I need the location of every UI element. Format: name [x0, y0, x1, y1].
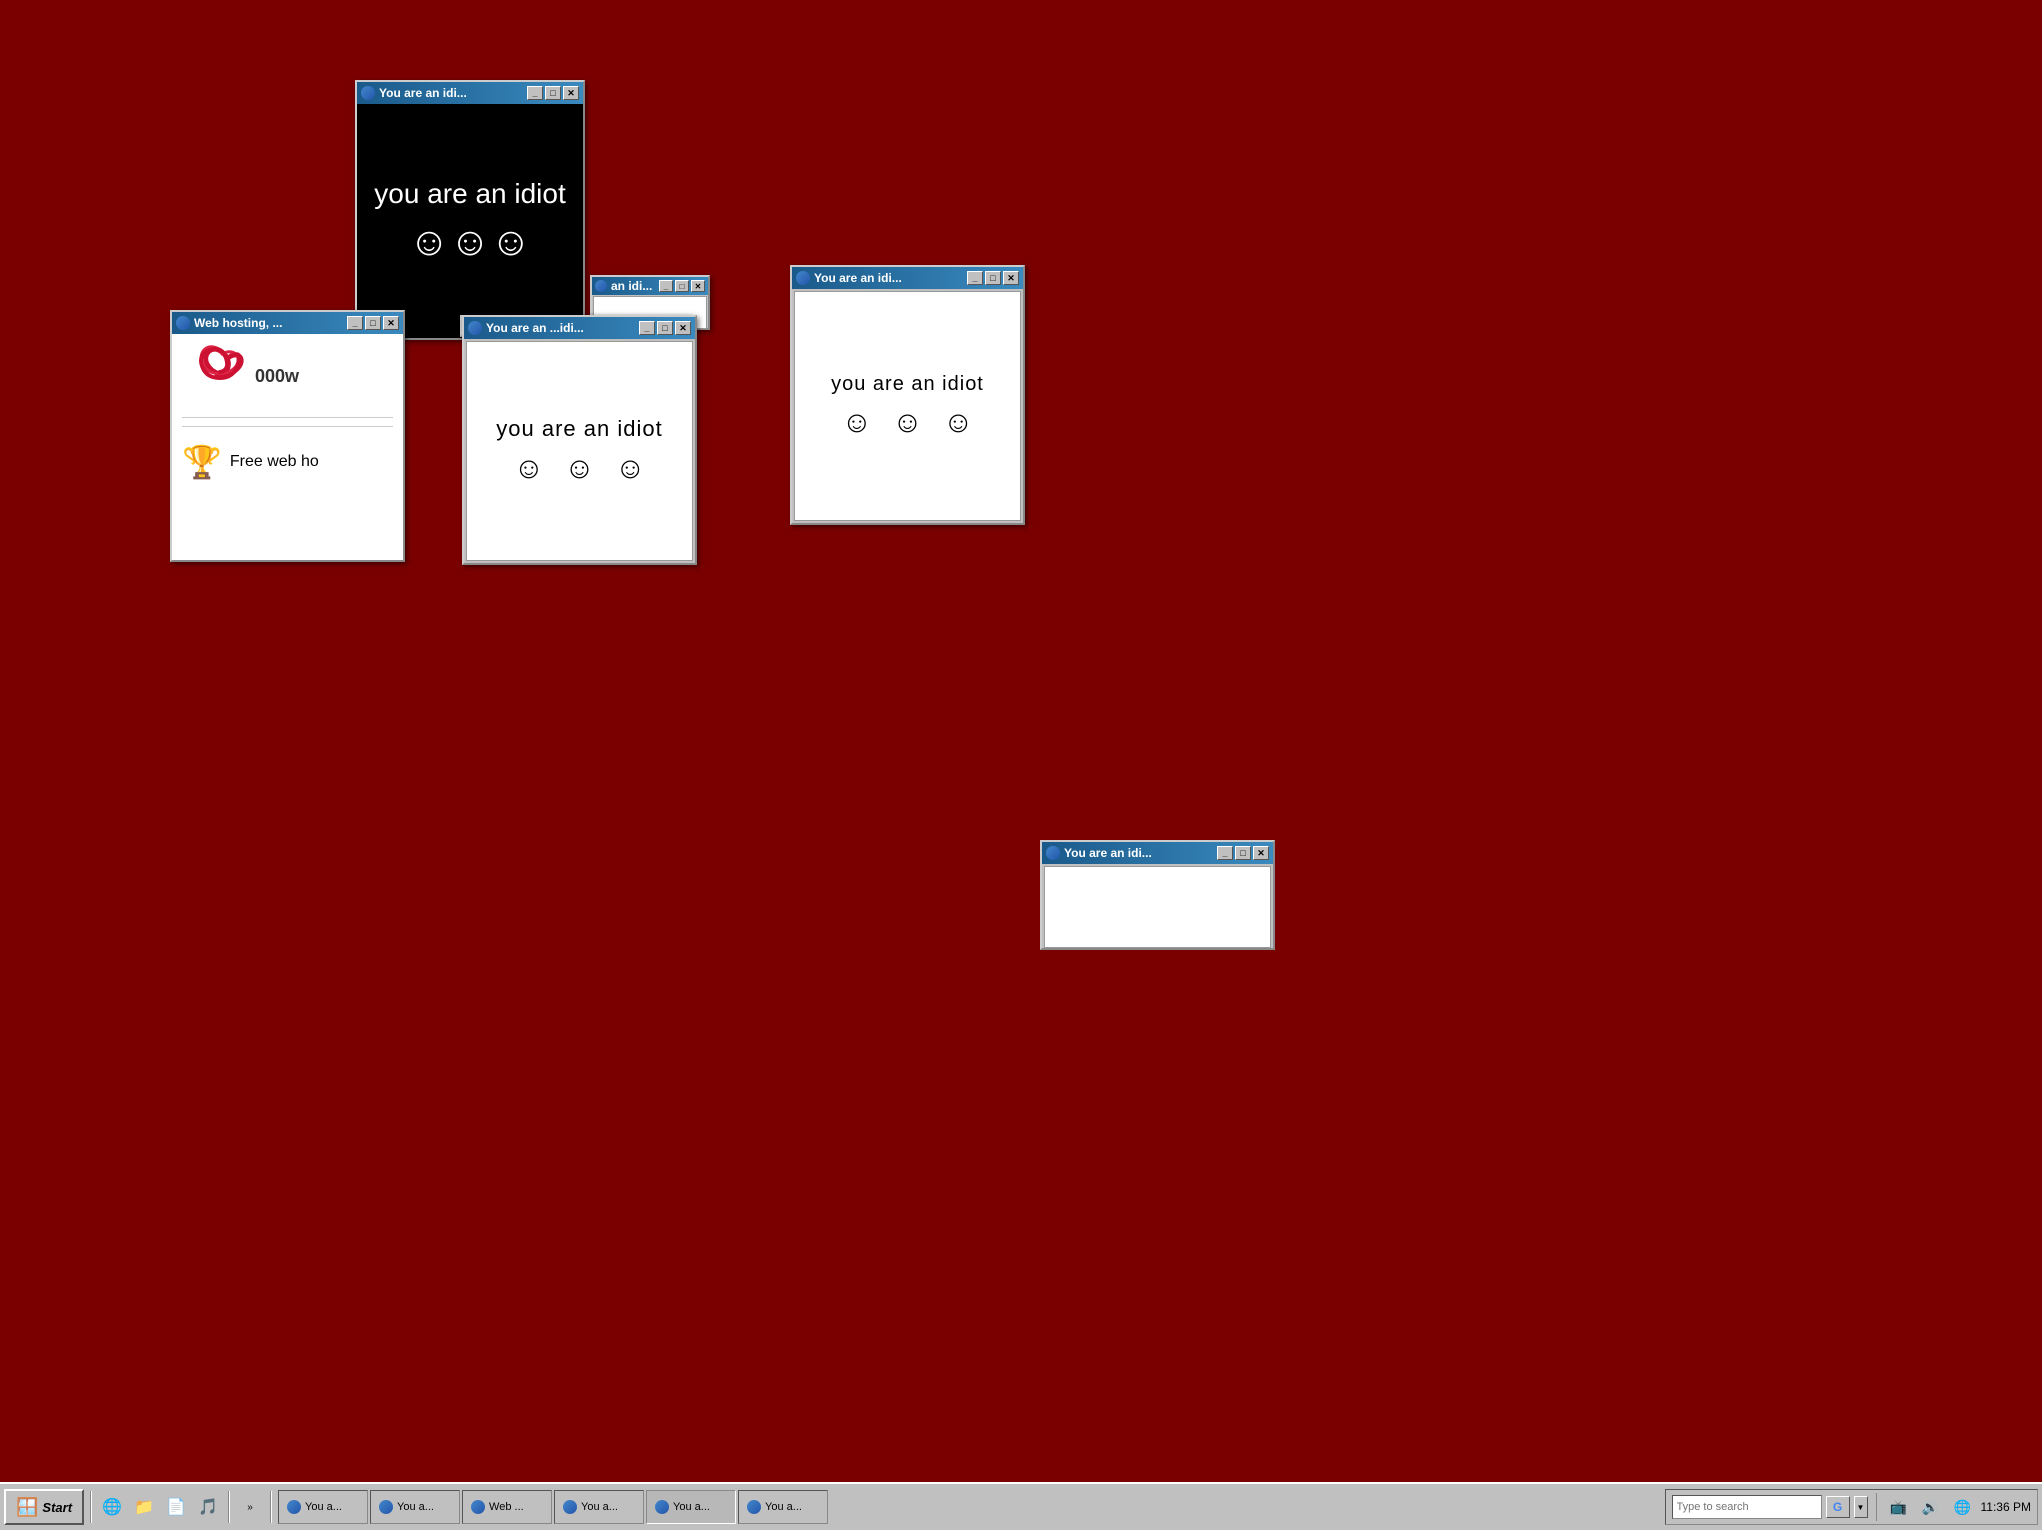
taskbar-more[interactable]: » [236, 1493, 264, 1521]
tray-sound-icon[interactable]: 🔊 [1917, 1493, 1945, 1521]
ie-icon-right [796, 271, 810, 285]
close-btn-br[interactable]: ✕ [1253, 846, 1269, 860]
quicklaunch-media[interactable]: 🎵 [194, 1493, 222, 1521]
ie-icon-br [1046, 846, 1060, 860]
app-label-1: You a... [305, 1501, 342, 1513]
maximize-btn-1[interactable]: □ [545, 86, 561, 100]
app-icon-6 [747, 1500, 761, 1514]
maximize-btn-br[interactable]: □ [1235, 846, 1251, 860]
title-webhost: Web hosting, ... [194, 316, 282, 330]
titlebar-1[interactable]: You are an idi... _ □ ✕ [357, 82, 583, 104]
windows-logo-icon: 🪟 [16, 1497, 38, 1518]
start-label: Start [42, 1500, 72, 1515]
taskbar-divider-1 [90, 1491, 92, 1523]
minimize-btn-1[interactable]: _ [527, 86, 543, 100]
titlebar-br[interactable]: You are an idi... _ □ ✕ [1042, 842, 1273, 864]
smiley-1: ☺☺☺ [409, 220, 532, 265]
app-label-5: You a... [673, 1501, 710, 1513]
app-icon-2 [379, 1500, 393, 1514]
taskbar-app-5[interactable]: You a... [646, 1490, 736, 1524]
titlebar-right[interactable]: You are an idi... _ □ ✕ [792, 267, 1023, 289]
minimize-btn-br[interactable]: _ [1217, 846, 1233, 860]
taskbar-app-4[interactable]: You a... [554, 1490, 644, 1524]
title-br: You are an idi... [1064, 846, 1152, 860]
app-icon-1 [287, 1500, 301, 1514]
app-label-4: You a... [581, 1501, 618, 1513]
ie-icon-1 [361, 86, 375, 100]
app-icon-4 [563, 1500, 577, 1514]
taskbar-app-1[interactable]: You a... [278, 1490, 368, 1524]
content-center: you are an idiot ☺☺☺ [466, 341, 693, 561]
app-icon-5 [655, 1500, 669, 1514]
google-search-btn[interactable]: G [1826, 1496, 1850, 1518]
idiot-message-right: you are an idiot [831, 373, 984, 396]
idiot-message-center: you are an idiot [496, 416, 662, 442]
smiley-right: ☺☺☺ [842, 406, 974, 440]
taskbar-apps: You a... You a... Web ... You a... You a… [278, 1490, 1660, 1524]
search-input[interactable] [1672, 1495, 1822, 1519]
webhost-brand: 000w [255, 366, 299, 387]
app-label-6: You a... [765, 1501, 802, 1513]
maximize-btn-wh[interactable]: □ [365, 316, 381, 330]
taskbar-app-3[interactable]: Web ... [462, 1490, 552, 1524]
ie-icon-2p [595, 280, 607, 292]
start-button[interactable]: 🪟 Start [4, 1489, 84, 1525]
taskbar-app-2[interactable]: You a... [370, 1490, 460, 1524]
system-clock: 11:36 PM [1981, 1500, 2031, 1514]
webhost-free-section: 🏆 Free web ho [182, 443, 393, 481]
titlebar-webhost[interactable]: Web hosting, ... _ □ ✕ [172, 312, 403, 334]
title-center: You are an ...idi... [486, 321, 584, 335]
ie-icon-wh [176, 316, 190, 330]
smiley-center: ☺☺☺ [514, 452, 646, 486]
titlebar-2p[interactable]: an idi... _ □ ✕ [592, 277, 708, 295]
close-btn-right[interactable]: ✕ [1003, 271, 1019, 285]
close-btn-center[interactable]: ✕ [675, 321, 691, 335]
close-btn-2p[interactable]: ✕ [691, 280, 705, 292]
maximize-btn-right[interactable]: □ [985, 271, 1001, 285]
content-1: you are an idiot ☺☺☺ [357, 104, 583, 338]
tray-network-icon[interactable]: 🌐 [1949, 1493, 1977, 1521]
app-label-3: Web ... [489, 1501, 524, 1513]
ie-icon-center [468, 321, 482, 335]
webhost-logo-area: 000w [182, 344, 393, 418]
app-label-2: You a... [397, 1501, 434, 1513]
tray-divider [1876, 1493, 1877, 1521]
titlebar-center[interactable]: You are an ...idi... _ □ ✕ [464, 317, 695, 339]
free-webhost-text: Free web ho [230, 453, 319, 471]
maximize-btn-center[interactable]: □ [657, 321, 673, 335]
award-icon: 🏆 [182, 443, 222, 481]
content-right: you are an idiot ☺☺☺ [794, 291, 1021, 521]
window-idiot-bottomright: You are an idi... _ □ ✕ [1040, 840, 1275, 950]
tray-icon-1[interactable]: 📺 [1885, 1493, 1913, 1521]
window-webhost: Web hosting, ... _ □ ✕ 000w [170, 310, 405, 562]
window-idiot-1: You are an idi... _ □ ✕ you are an idiot… [355, 80, 585, 340]
search-dropdown[interactable]: ▼ [1854, 1496, 1868, 1518]
quicklaunch-folder[interactable]: 📁 [130, 1493, 158, 1521]
idiot-message-1: you are an idiot [374, 178, 565, 210]
minimize-btn-center[interactable]: _ [639, 321, 655, 335]
webhost-content: 000w 🏆 Free web ho [172, 334, 403, 560]
swirl-logo [182, 344, 247, 409]
minimize-btn-right[interactable]: _ [967, 271, 983, 285]
quicklaunch-docs[interactable]: 📄 [162, 1493, 190, 1521]
minimize-btn-wh[interactable]: _ [347, 316, 363, 330]
window-idiot-right: You are an idi... _ □ ✕ you are an idiot… [790, 265, 1025, 525]
taskbar-divider-2 [228, 1491, 230, 1523]
minimize-btn-2p[interactable]: _ [659, 280, 673, 292]
close-btn-wh[interactable]: ✕ [383, 316, 399, 330]
close-btn-1[interactable]: ✕ [563, 86, 579, 100]
window-idiot-center: You are an ...idi... _ □ ✕ you are an id… [462, 315, 697, 565]
desktop: You are an idi... _ □ ✕ you are an idiot… [0, 0, 2042, 1482]
app-icon-3 [471, 1500, 485, 1514]
quicklaunch-ie[interactable]: 🌐 [98, 1493, 126, 1521]
taskbar-divider-3 [270, 1491, 272, 1523]
taskbar: 🪟 Start 🌐 📁 📄 🎵 » You a... You a... Web … [0, 1482, 2042, 1530]
taskbar-app-6[interactable]: You a... [738, 1490, 828, 1524]
quick-launch: 🌐 📁 📄 🎵 [98, 1493, 222, 1521]
system-tray: G ▼ 📺 🔊 🌐 11:36 PM [1665, 1489, 2038, 1525]
title-2p: an idi... [611, 279, 652, 293]
title-right: You are an idi... [814, 271, 902, 285]
maximize-btn-2p[interactable]: □ [675, 280, 689, 292]
title-1: You are an idi... [379, 86, 467, 100]
